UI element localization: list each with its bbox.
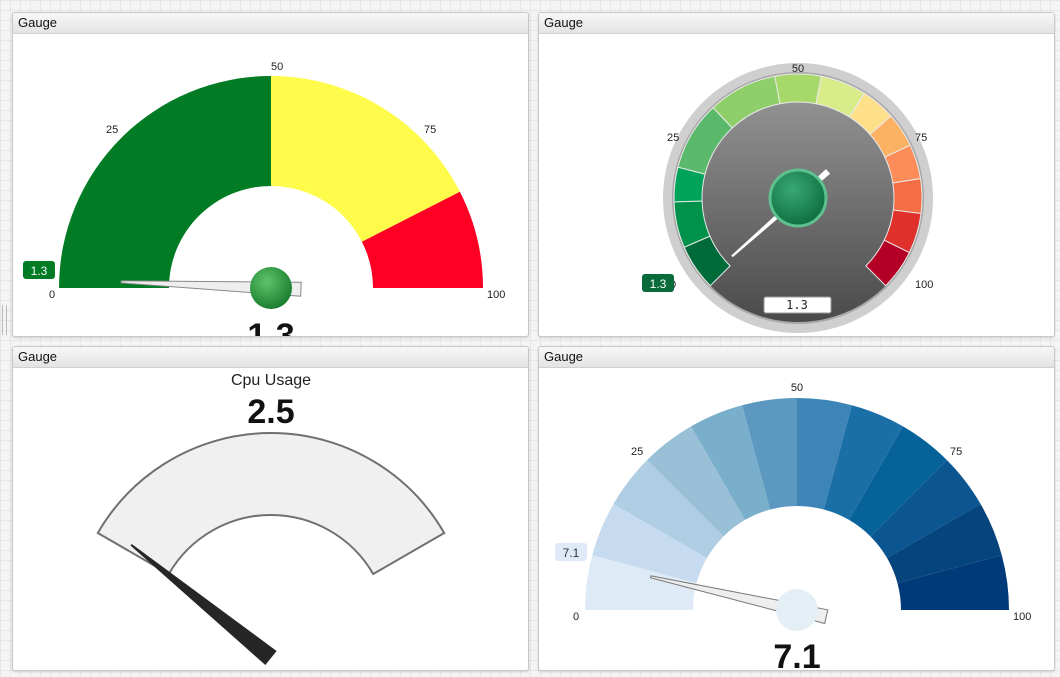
widget-title: Gauge bbox=[13, 347, 528, 368]
gauge-band-1 bbox=[59, 76, 271, 288]
value-badge-text: 1.3 bbox=[31, 264, 48, 278]
gauge-widget-2: Gauge 50 25 75 0 100 1.3 1.3 bbox=[538, 12, 1055, 337]
speedometer-gauge-chart: 50 25 75 0 100 1.3 1.3 bbox=[642, 63, 933, 333]
value-badge-text: 1.3 bbox=[650, 277, 667, 291]
tick-label-100: 100 bbox=[487, 289, 505, 301]
tick-label-50: 50 bbox=[271, 61, 283, 73]
tick-label-0: 0 bbox=[49, 289, 55, 301]
tick-label-25: 25 bbox=[667, 132, 679, 144]
chart-title: Cpu Usage bbox=[231, 372, 311, 389]
gauge-needle bbox=[130, 543, 277, 665]
gauge-widget-1: Gauge 0 25 50 75 100 1.3 1.3 bbox=[12, 12, 529, 337]
widget-title: Gauge bbox=[13, 13, 528, 34]
value-badge-text: 7.1 bbox=[563, 546, 580, 560]
needle-pivot bbox=[776, 589, 818, 631]
gauge-value: 7.1 bbox=[773, 638, 820, 670]
cpu-gauge-chart: Cpu Usage 2.5 bbox=[96, 372, 446, 665]
gauge-value: 2.5 bbox=[247, 393, 294, 431]
widget-title: Gauge bbox=[539, 347, 1054, 368]
blue-gauge-chart: 0 25 50 75 100 7.1 7.1 bbox=[555, 382, 1031, 670]
tick-label-25: 25 bbox=[631, 446, 643, 458]
tick-label-75: 75 bbox=[424, 124, 436, 136]
needle-pivot bbox=[250, 267, 292, 309]
needle-pivot bbox=[768, 168, 828, 228]
tick-label-50: 50 bbox=[791, 382, 803, 394]
resize-handle[interactable] bbox=[2, 305, 7, 335]
tick-label-25: 25 bbox=[106, 124, 118, 136]
gauge-widget-4: Gauge 0 25 50 75 100 7.1 7.1 bbox=[538, 346, 1055, 671]
tick-label-0: 0 bbox=[573, 611, 579, 623]
gauge-widget-3: Gauge Cpu Usage 2.5 bbox=[12, 346, 529, 671]
widget-title: Gauge bbox=[539, 13, 1054, 34]
gauge-value: 1.3 bbox=[247, 317, 294, 336]
tick-label-75: 75 bbox=[915, 132, 927, 144]
solid-gauge-chart: 0 25 50 75 100 1.3 1.3 bbox=[23, 61, 505, 336]
lcd-display-text: 1.3 bbox=[786, 298, 808, 312]
tick-label-100: 100 bbox=[1013, 611, 1031, 623]
tick-label-100: 100 bbox=[915, 279, 933, 291]
gauge-band bbox=[96, 432, 446, 576]
tick-label-50: 50 bbox=[792, 63, 804, 75]
tick-label-75: 75 bbox=[950, 446, 962, 458]
speedometer-band-11 bbox=[892, 178, 923, 215]
speedometer-band-6 bbox=[774, 73, 822, 105]
